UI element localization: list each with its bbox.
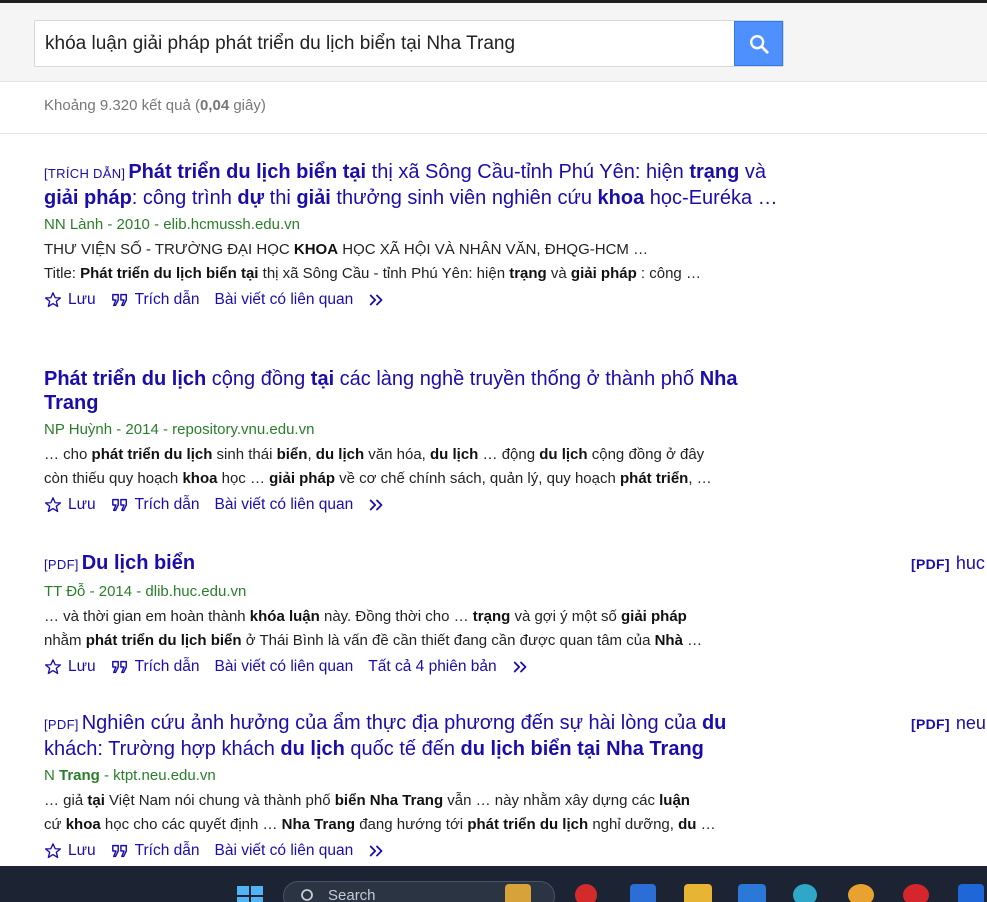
taskbar-search-icon bbox=[301, 889, 313, 901]
action-label: Trích dẫn bbox=[134, 658, 200, 675]
search-input[interactable] bbox=[36, 22, 734, 65]
action-label: Tất cả 4 phiên bản bbox=[368, 658, 497, 675]
result-title-text: Nghiên cứu ảnh hưởng của ẩm thực địa phư… bbox=[44, 712, 727, 760]
divider bbox=[0, 133, 987, 134]
action-label: Trích dẫn bbox=[134, 842, 200, 859]
result-item: [PDF] Nghiên cứu ảnh hưởng của ẩm thực đị… bbox=[44, 711, 789, 863]
action-label: Bài viết có liên quan bbox=[214, 658, 354, 675]
file-explorer-bag-icon[interactable] bbox=[505, 884, 531, 902]
action-label: Lưu bbox=[68, 496, 96, 513]
action-label: Lưu bbox=[68, 658, 96, 675]
result-tag: [PDF] bbox=[44, 717, 79, 732]
word-icon[interactable] bbox=[630, 884, 656, 902]
result-title-link[interactable]: Phát triển du lịch cộng đồng tại các làn… bbox=[44, 367, 789, 415]
save-button[interactable]: Lưu bbox=[44, 842, 96, 860]
star-icon bbox=[44, 497, 62, 513]
result-item: [TRÍCH DẪN] Phát triển du lịch biển tại t… bbox=[44, 160, 789, 312]
dropbox-icon[interactable] bbox=[958, 884, 984, 902]
quote-icon bbox=[111, 498, 127, 512]
windows-start-icon[interactable] bbox=[235, 884, 265, 902]
action-label: Bài viết có liên quan bbox=[214, 842, 354, 859]
result-snippet: … giả tại Việt Nam nói chung và thành ph… bbox=[44, 792, 716, 833]
result-meta: N Trang - ktpt.neu.edu.vn bbox=[44, 767, 216, 784]
more-chevron-icon bbox=[513, 661, 527, 673]
more-chevron-icon bbox=[370, 499, 383, 511]
search-button[interactable] bbox=[734, 21, 783, 66]
save-button[interactable]: Lưu bbox=[44, 658, 96, 676]
cite-button[interactable]: Trích dẫn bbox=[111, 291, 200, 309]
app-red-icon[interactable] bbox=[903, 884, 929, 902]
result-snippet: … và thời gian em hoàn thành khóa luận n… bbox=[44, 608, 703, 649]
action-label: Bài viết có liên quan bbox=[214, 496, 354, 513]
result-title-link[interactable]: [PDF] Du lịch biển bbox=[44, 551, 789, 577]
result-tag: [TRÍCH DẪN] bbox=[44, 166, 126, 181]
result-actions: Lưu Trích dẫn Bài viết có liên quan bbox=[44, 288, 789, 312]
action-label: Bài viết có liên quan bbox=[214, 291, 354, 308]
result-title-text: Phát triển du lịch cộng đồng tại các làn… bbox=[44, 368, 738, 414]
related-articles-link[interactable]: Bài viết có liên quan bbox=[215, 658, 354, 676]
window-top-edge bbox=[0, 0, 987, 3]
more-options-button[interactable] bbox=[368, 843, 392, 859]
star-icon bbox=[44, 292, 62, 308]
quote-icon bbox=[111, 844, 127, 858]
action-label: Trích dẫn bbox=[134, 496, 200, 513]
result-snippet: THƯ VIỆN SỐ - TRƯỜNG ĐẠI HỌC KHOA HỌC XÃ… bbox=[44, 241, 701, 282]
firefox-icon[interactable] bbox=[848, 884, 874, 902]
result-meta: NP Huỳnh - 2014 - repository.vnu.edu.vn bbox=[44, 421, 315, 438]
result-snippet: … cho phát triển du lịch sinh thái biển,… bbox=[44, 446, 712, 487]
result-meta: TT Đỗ - 2014 - dlib.huc.edu.vn bbox=[44, 583, 247, 600]
side-pdf-link-2[interactable]: [PDF] neu bbox=[911, 713, 986, 734]
result-meta: NN Lành - 2010 - elib.hcmussh.edu.vn bbox=[44, 216, 300, 233]
cite-button[interactable]: Trích dẫn bbox=[111, 658, 200, 676]
more-chevron-icon bbox=[370, 845, 383, 857]
result-stats: Khoảng 9.320 kết quả (0,04 giây) bbox=[44, 97, 266, 114]
result-actions: Lưu Trích dẫn Bài viết có liên quan bbox=[44, 493, 789, 517]
result-title-text: Phát triển du lịch biển tại thị xã Sông … bbox=[44, 161, 778, 209]
result-actions: Lưu Trích dẫn Bài viết có liên quan Tất cả … bbox=[44, 655, 789, 679]
action-label: Lưu bbox=[68, 291, 96, 308]
side-pdf-link-1[interactable]: [PDF] huc bbox=[911, 553, 985, 574]
result-title-link[interactable]: [PDF] Nghiên cứu ảnh hưởng của ẩm thực đị… bbox=[44, 711, 789, 761]
cite-button[interactable]: Trích dẫn bbox=[111, 496, 200, 514]
action-label: Trích dẫn bbox=[134, 291, 200, 308]
opera-icon[interactable] bbox=[575, 884, 597, 902]
taskbar: Search bbox=[0, 866, 987, 902]
related-articles-link[interactable]: Bài viết có liên quan bbox=[215, 291, 354, 309]
all-versions-link[interactable]: Tất cả 4 phiên bản bbox=[368, 658, 496, 676]
edge-icon[interactable] bbox=[793, 884, 817, 902]
result-item: [PDF] Du lịch biển TT Đỗ - 2014 - dlib.huc… bbox=[44, 551, 789, 679]
quote-icon bbox=[111, 293, 127, 307]
folder-icon[interactable] bbox=[684, 884, 712, 902]
result-item: Phát triển du lịch cộng đồng tại các làn… bbox=[44, 367, 789, 517]
header-bar bbox=[0, 0, 987, 82]
save-button[interactable]: Lưu bbox=[44, 496, 96, 514]
related-articles-link[interactable]: Bài viết có liên quan bbox=[215, 842, 354, 860]
result-title-text: Du lịch biển bbox=[81, 552, 196, 574]
star-icon bbox=[44, 843, 62, 859]
more-chevron-icon bbox=[370, 294, 383, 306]
action-label: Lưu bbox=[68, 842, 96, 859]
related-articles-link[interactable]: Bài viết có liên quan bbox=[215, 496, 354, 514]
search-icon bbox=[749, 34, 769, 54]
more-options-button[interactable] bbox=[368, 497, 392, 513]
result-tag: [PDF] bbox=[44, 557, 79, 572]
search-box bbox=[34, 20, 784, 67]
cite-button[interactable]: Trích dẫn bbox=[111, 842, 200, 860]
result-actions: Lưu Trích dẫn Bài viết có liên quan bbox=[44, 839, 789, 863]
more-options-button[interactable] bbox=[512, 659, 536, 675]
star-icon bbox=[44, 659, 62, 675]
result-title-link[interactable]: [TRÍCH DẪN] Phát triển du lịch biển tại t… bbox=[44, 160, 789, 210]
save-button[interactable]: Lưu bbox=[44, 291, 96, 309]
mail-icon[interactable] bbox=[738, 884, 766, 902]
more-options-button[interactable] bbox=[368, 292, 392, 308]
quote-icon bbox=[111, 660, 127, 674]
